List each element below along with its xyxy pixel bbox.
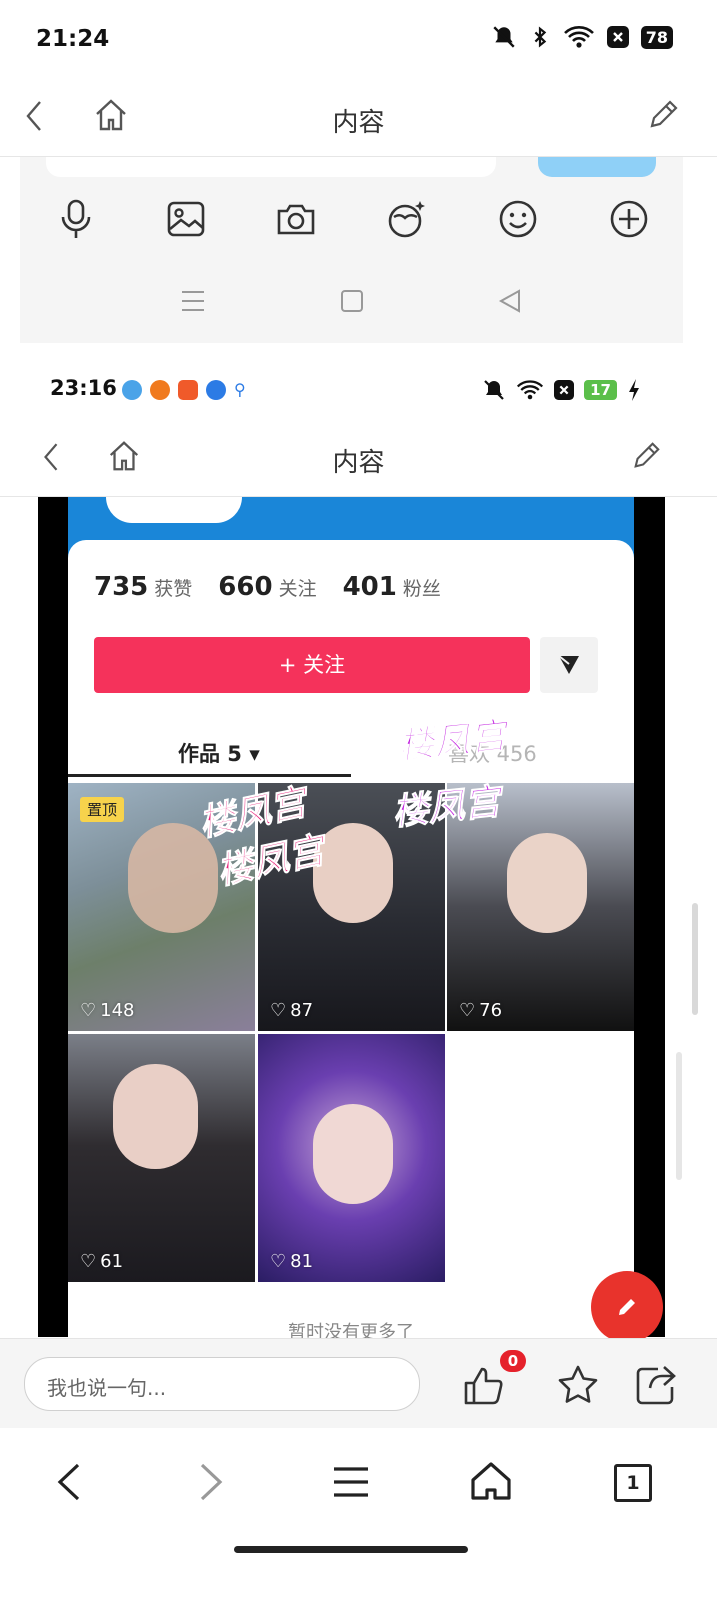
- embedded-chat-toolbar: [20, 157, 683, 343]
- profile-stats: 735 获赞 660 关注 401 粉丝: [94, 572, 441, 602]
- plus-circle-icon: [610, 200, 648, 238]
- app-icon: [122, 380, 142, 400]
- x-app-icon: [554, 380, 575, 400]
- edit-pencil-icon: [634, 442, 660, 468]
- menu-icon[interactable]: [332, 1466, 370, 1498]
- pencil-icon: [619, 1299, 635, 1315]
- like-count: ♡ 87: [270, 1000, 314, 1021]
- tabs-count-button[interactable]: 1: [614, 1464, 652, 1502]
- embedded-app-icons: ⚲: [122, 380, 254, 400]
- embedded-status-icons: 17: [482, 378, 641, 402]
- share-icon[interactable]: [634, 1363, 678, 1407]
- recents-nav-icon: [182, 291, 204, 311]
- comment-bar: 我也说一句... 0: [0, 1338, 717, 1429]
- top-nav: 内容: [0, 82, 717, 157]
- comment-placeholder: 我也说一句...: [47, 1376, 167, 1400]
- browser-toolbar: 1: [0, 1428, 717, 1600]
- home-icon[interactable]: [470, 1460, 512, 1502]
- wifi-icon: [517, 380, 544, 400]
- edit-pencil-icon[interactable]: [646, 98, 680, 132]
- home-indicator: [234, 1546, 468, 1553]
- heart-icon: ♡: [80, 1251, 97, 1272]
- thumbs-up-icon[interactable]: [462, 1363, 506, 1407]
- embedded-status-time: 23:16: [50, 376, 117, 400]
- stat-following: 660 关注: [218, 572, 317, 602]
- heart-icon: ♡: [270, 1251, 287, 1272]
- like-count: ♡ 148: [80, 1000, 135, 1021]
- scrollbar[interactable]: [692, 903, 698, 1015]
- app-icon: [206, 380, 226, 400]
- charging-icon: [629, 379, 639, 401]
- video-thumbnail: ♡ 61: [68, 1034, 255, 1282]
- profile-card-top: [68, 540, 634, 570]
- embedded-battery-indicator: 17: [584, 380, 617, 400]
- embedded-input-box: [46, 157, 496, 177]
- follow-button: + 关注: [94, 637, 530, 693]
- battery-indicator: 78: [640, 25, 673, 49]
- home-nav-icon: [341, 290, 363, 312]
- forward-icon[interactable]: [196, 1462, 226, 1502]
- mute-icon: [484, 380, 504, 400]
- stat-followers: 401 粉丝: [342, 572, 441, 602]
- app-icon: [178, 380, 198, 400]
- app-icon: [150, 380, 170, 400]
- x-app-icon: [606, 26, 629, 48]
- stat-likes: 735 获赞: [94, 572, 193, 602]
- message-button: [540, 637, 598, 693]
- write-comment-fab[interactable]: [591, 1271, 663, 1343]
- back-icon[interactable]: [54, 1462, 84, 1502]
- status-time: 21:24: [36, 26, 110, 52]
- comment-input[interactable]: 我也说一句...: [24, 1357, 420, 1411]
- wifi-icon: [563, 26, 594, 48]
- scrollbar: [676, 1052, 682, 1180]
- heart-icon: ♡: [80, 1000, 97, 1021]
- back-nav-icon: [498, 289, 520, 313]
- like-count: ♡ 81: [270, 1251, 314, 1272]
- heart-icon: ♡: [270, 1000, 287, 1021]
- like-count-badge: 0: [500, 1350, 526, 1372]
- star-icon[interactable]: [556, 1363, 600, 1407]
- camera-icon: [277, 204, 315, 235]
- status-bar: 21:24 78: [0, 0, 717, 82]
- page-title: 内容: [332, 108, 385, 138]
- video-thumbnail: ♡ 81: [258, 1034, 445, 1282]
- search-app-icon: ⚲: [234, 380, 246, 399]
- embedded-send-button: [538, 157, 656, 177]
- embedded-top-nav: 内容: [0, 420, 717, 497]
- emoji-icon: [499, 200, 537, 238]
- tab-works: 作品 5 ▾: [178, 742, 260, 766]
- bluetooth-icon: [534, 26, 546, 48]
- like-count: ♡ 61: [80, 1251, 124, 1272]
- send-arrow-icon: [558, 655, 579, 674]
- microphone-icon: [61, 199, 91, 238]
- mute-icon: [493, 26, 515, 48]
- profile-tabs: 作品 5 ▾ 喜欢 456: [68, 728, 634, 778]
- embedded-page-title: 内容: [332, 448, 385, 478]
- like-count: ♡ 76: [459, 1000, 503, 1021]
- pinned-badge: 置顶: [80, 797, 125, 822]
- status-icons: 78: [491, 24, 673, 50]
- embedded-status-bar: 23:16 ⚲ 17: [0, 360, 717, 420]
- heart-icon: ♡: [459, 1000, 476, 1021]
- tab-underline: [68, 774, 351, 777]
- image-icon: [167, 201, 205, 237]
- magic-face-icon: [388, 201, 425, 238]
- avatar: [106, 497, 242, 523]
